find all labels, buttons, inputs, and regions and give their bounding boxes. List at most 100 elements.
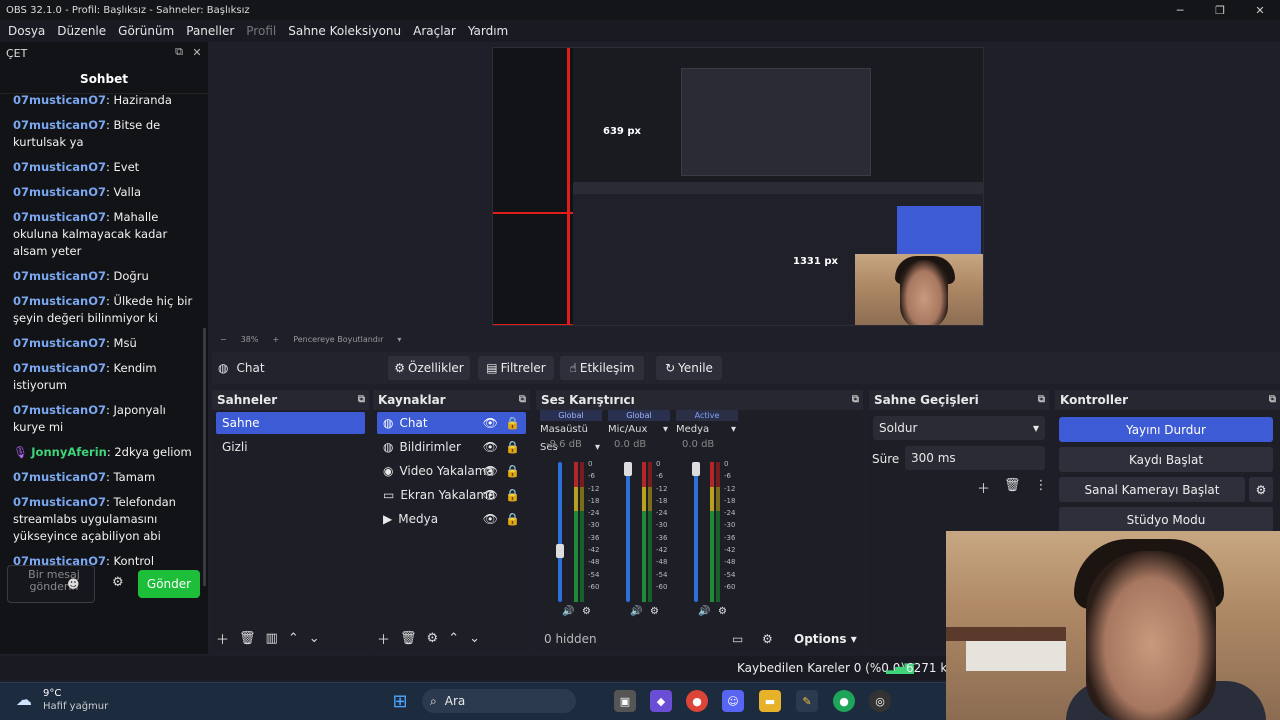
mixer-channel-settings-icon[interactable]: ⚙ [718, 606, 727, 617]
more-icon[interactable]: ⋮ [1035, 478, 1048, 497]
menu-2[interactable]: Görünüm [112, 24, 180, 38]
interact-button[interactable]: ☝ Etkileşim [560, 356, 644, 380]
refresh-button[interactable]: ↻ Yenile [656, 356, 722, 380]
eye-icon[interactable]: 👁 [483, 440, 498, 454]
menu-0[interactable]: Dosya [2, 24, 51, 38]
close-dock-icon[interactable]: ✕ [190, 45, 204, 59]
scene-item[interactable]: Gizli [216, 436, 365, 458]
mixer-options-button[interactable]: Options ▾ [794, 632, 857, 646]
speaker-icon[interactable]: 🔊 [630, 606, 642, 617]
app-icon[interactable]: ✎ [796, 690, 818, 712]
studio-mode-button[interactable]: Stüdyo Modu [1059, 507, 1273, 532]
transition-select[interactable]: Soldur ▾ [873, 416, 1045, 440]
chrome-profile-icon[interactable]: ● [833, 690, 855, 712]
channel-name-select[interactable]: Masaüstü Ses ▾ [540, 421, 602, 453]
zoom-out-icon[interactable]: − [220, 335, 227, 344]
float-dock-icon[interactable]: ⧉ [1269, 394, 1276, 405]
close-window-button[interactable]: ✕ [1240, 0, 1280, 20]
chat-input[interactable]: Bir mesaj gönderin [7, 565, 95, 603]
lock-icon[interactable]: 🔒 [505, 512, 520, 526]
add-icon[interactable]: ＋ [216, 629, 229, 648]
chat-username[interactable]: 07musticanO7 [13, 294, 106, 308]
duration-input[interactable]: 300 ms [905, 446, 1045, 470]
virtual-camera-settings-icon[interactable]: ⚙ [1249, 477, 1273, 502]
discord-icon[interactable]: ☺ [722, 690, 744, 712]
lock-icon[interactable]: 🔒 [505, 440, 520, 454]
chat-username[interactable]: 07musticanO7 [13, 403, 106, 417]
mixer-settings-icon[interactable]: ⚙ [762, 632, 773, 646]
add-icon[interactable]: ＋ [977, 478, 990, 497]
chat-username[interactable]: 07musticanO7 [13, 495, 106, 509]
volume-knob[interactable] [692, 462, 700, 476]
lock-icon[interactable]: 🔒 [505, 488, 520, 502]
source-item[interactable]: ◍ Bildirimler 👁 🔒 [377, 436, 526, 458]
add-icon[interactable]: ＋ [377, 629, 390, 648]
maximize-button[interactable]: ❐ [1200, 0, 1240, 20]
menu-1[interactable]: Düzenle [51, 24, 112, 38]
source-item[interactable]: ▭ Ekran Yakalama 👁 🔒 [377, 484, 526, 506]
chevron-down-icon[interactable]: ⌄ [469, 631, 480, 646]
preview-canvas[interactable]: 639 px 1331 px [492, 47, 984, 326]
filter-icon[interactable]: ▥ [266, 631, 278, 646]
chat-scrollbar[interactable] [203, 328, 206, 586]
menu-6[interactable]: Araçlar [407, 24, 462, 38]
chrome-icon[interactable]: ● [686, 690, 708, 712]
obs-icon[interactable]: ◎ [869, 690, 891, 712]
volume-knob[interactable] [624, 462, 632, 476]
chat-username[interactable]: 07musticanO7 [13, 93, 106, 107]
filters-button[interactable]: ▤ Filtreler [478, 356, 554, 380]
float-dock-icon[interactable]: ⧉ [1038, 394, 1045, 405]
source-item[interactable]: ◍ Chat 👁 🔒 [377, 412, 526, 434]
chat-username[interactable]: JonnyAferin [31, 445, 107, 459]
eye-icon[interactable]: 👁 [483, 416, 498, 430]
scene-item[interactable]: Sahne [216, 412, 365, 434]
trash-icon[interactable]: 🗑 [400, 631, 417, 646]
channel-name-select[interactable]: Mic/Aux ▾ [608, 421, 670, 439]
chat-username[interactable]: 07musticanO7 [13, 160, 106, 174]
gear-icon[interactable]: ⚙ [427, 631, 439, 646]
trash-icon[interactable]: 🗑 [239, 631, 256, 646]
eye-icon[interactable]: 👁 [483, 464, 498, 478]
chevron-up-icon[interactable]: ⌃ [288, 631, 299, 646]
chat-username[interactable]: 07musticanO7 [13, 336, 106, 350]
source-item[interactable]: ◉ Video Yakalama 👁 🔒 [377, 460, 526, 482]
eye-icon[interactable]: 👁 [483, 512, 498, 526]
float-dock-icon[interactable]: ⧉ [172, 45, 186, 59]
chat-settings-icon[interactable]: ⚙ [112, 575, 124, 590]
chat-username[interactable]: 07musticanO7 [13, 210, 106, 224]
source-item[interactable]: ▶ Medya 👁 🔒 [377, 508, 526, 530]
trash-icon[interactable]: 🗑 [1004, 478, 1021, 497]
float-dock-icon[interactable]: ⧉ [358, 394, 365, 405]
mixer-channel-settings-icon[interactable]: ⚙ [582, 606, 591, 617]
properties-button[interactable]: ⚙ Özellikler [388, 356, 470, 380]
menu-7[interactable]: Yardım [462, 24, 514, 38]
start-virtual-camera-button[interactable]: Sanal Kamerayı Başlat [1059, 477, 1245, 502]
copilot-icon[interactable]: ◆ [650, 690, 672, 712]
volume-slider[interactable] [694, 462, 698, 602]
zoom-in-icon[interactable]: + [272, 335, 279, 344]
task-view-icon[interactable]: ▣ [614, 690, 636, 712]
menu-5[interactable]: Sahne Koleksiyonu [282, 24, 407, 38]
windows-start-icon[interactable]: ⊞ [389, 690, 411, 712]
stop-streaming-button[interactable]: Yayını Durdur [1059, 417, 1273, 442]
emoji-icon[interactable]: ☻ [67, 577, 81, 591]
chat-message-list[interactable]: 07musticanO7: Haziranda 07musticanO7: Bit… [0, 92, 200, 596]
start-recording-button[interactable]: Kaydı Başlat [1059, 447, 1273, 472]
eye-icon[interactable]: 👁 [483, 488, 498, 502]
chat-username[interactable]: 07musticanO7 [13, 185, 106, 199]
volume-knob[interactable] [556, 543, 564, 558]
menu-4[interactable]: Profil [240, 24, 282, 38]
mixer-channel-settings-icon[interactable]: ⚙ [650, 606, 659, 617]
chat-username[interactable]: 07musticanO7 [13, 361, 106, 375]
float-dock-icon[interactable]: ⧉ [519, 394, 526, 405]
mixer-layout-icon[interactable]: ▭ [732, 632, 743, 646]
chat-username[interactable]: 07musticanO7 [13, 269, 106, 283]
resize-to-window[interactable]: Pencereye Boyutlandır [293, 335, 383, 344]
chevron-down-icon[interactable]: ▾ [397, 335, 401, 344]
minimize-button[interactable]: ─ [1160, 0, 1200, 20]
volume-slider[interactable] [626, 462, 630, 602]
float-dock-icon[interactable]: ⧉ [852, 394, 859, 405]
send-button[interactable]: Gönder [138, 570, 200, 598]
speaker-icon[interactable]: 🔊 [562, 606, 574, 617]
chat-username[interactable]: 07musticanO7 [13, 470, 106, 484]
